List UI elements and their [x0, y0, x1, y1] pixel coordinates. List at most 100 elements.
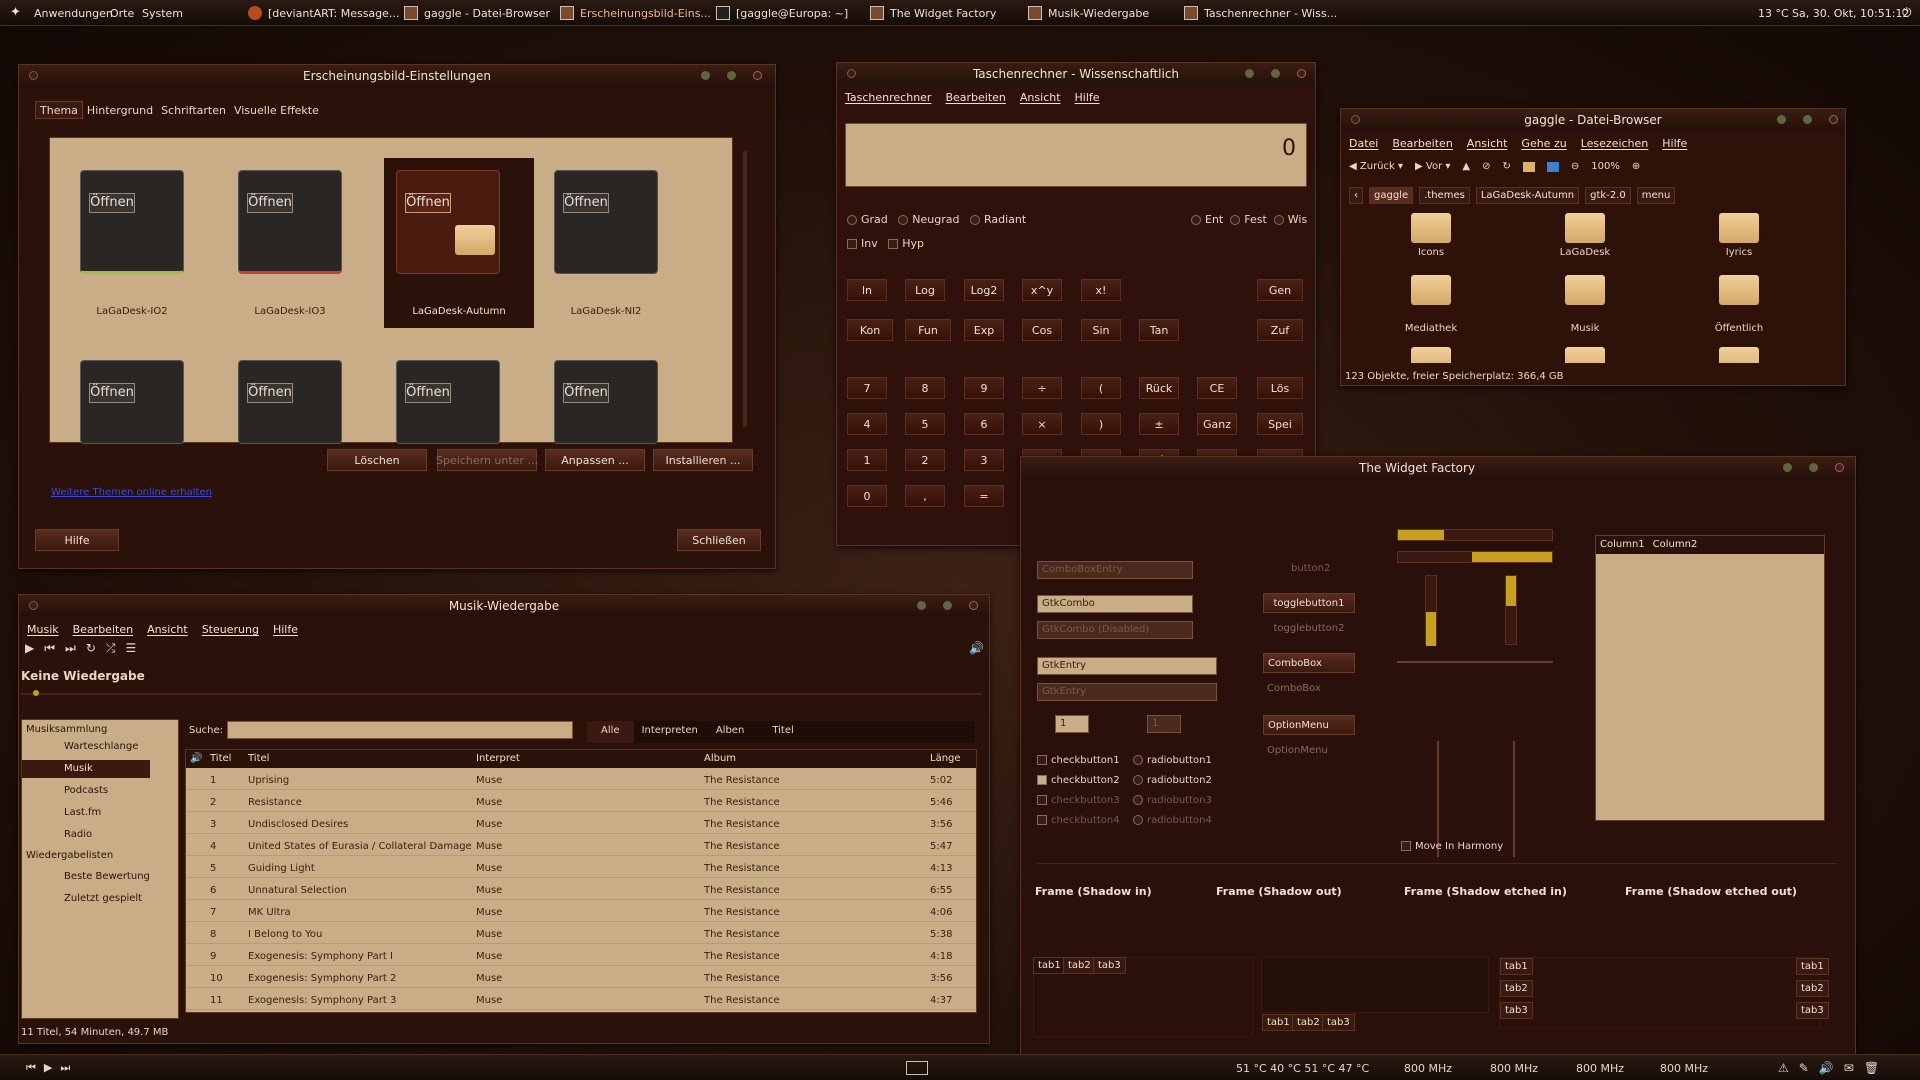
volume-icon[interactable]: 🔊 [969, 641, 984, 655]
up-icon[interactable]: ▲ [1462, 161, 1470, 172]
menu-datei[interactable]: Datei [1349, 137, 1378, 150]
calc-key-gen[interactable]: Gen [1257, 279, 1303, 301]
scroll-track[interactable] [743, 151, 747, 427]
check-inv[interactable]: Inv [861, 237, 878, 250]
radio-radiant[interactable]: Radiant [984, 213, 1026, 226]
seek-handle[interactable] [33, 690, 39, 696]
close-icon[interactable] [753, 71, 762, 80]
calc-key[interactable]: Lös [1257, 377, 1303, 399]
weather-temp[interactable]: 13 °C [1758, 7, 1789, 20]
calc-key[interactable]: ) [1081, 413, 1121, 435]
window-menu-icon[interactable] [1351, 115, 1360, 124]
optionmenu[interactable]: OptionMenu [1263, 715, 1355, 735]
calc-key[interactable]: ( [1081, 377, 1121, 399]
volume-icon[interactable]: 🔊 [1819, 1061, 1834, 1075]
tab1[interactable]: tab1 [1796, 958, 1829, 975]
calc-key[interactable]: ln [847, 279, 887, 301]
install-button[interactable]: Installieren ... [653, 449, 753, 471]
theme-thumb[interactable]: Öffnen [554, 360, 658, 444]
computer-icon[interactable] [1546, 161, 1559, 172]
theme-thumb[interactable]: Öffnen [80, 170, 184, 274]
table-row[interactable]: 3 Undisclosed Desires Muse The Resistance 3:… [186, 816, 976, 834]
folder-icon[interactable] [1565, 347, 1605, 363]
folder-icon[interactable] [1565, 275, 1605, 305]
tab-visuelle-effekte[interactable]: Visuelle Effekte [230, 101, 323, 119]
theme-thumb[interactable]: Öffnen [396, 170, 500, 274]
source-music[interactable]: Musik [22, 760, 150, 778]
minimize-icon[interactable] [1777, 115, 1786, 124]
gtkentry-field[interactable]: GtkEntry [1037, 657, 1217, 675]
calc-key[interactable]: Exp [964, 319, 1004, 341]
column-header[interactable]: Column1 [1600, 539, 1645, 551]
home-icon[interactable] [1522, 161, 1535, 172]
vscale[interactable] [1513, 741, 1515, 857]
task-widget-factory[interactable]: The Widget Factory [866, 2, 996, 24]
menu-steuerung[interactable]: Steuerung [202, 623, 259, 636]
table-row[interactable]: 8 I Belong to You Muse The Resistance 5:38 [186, 926, 976, 944]
theme-thumb[interactable]: Öffnen [396, 360, 500, 444]
tree-scrollbar[interactable] [1829, 535, 1841, 825]
menu-applications[interactable]: Anwendungen [34, 7, 113, 20]
delete-button[interactable]: Löschen [327, 449, 427, 471]
tree-view[interactable]: Column1 Column2 [1595, 535, 1825, 821]
menu-places[interactable]: Orte [110, 7, 134, 20]
radiobutton2[interactable]: radiobutton2 [1147, 775, 1212, 786]
tab3[interactable]: tab3 [1093, 957, 1126, 974]
checkbox-icon[interactable] [1401, 841, 1411, 851]
togglebutton1[interactable]: togglebutton1 [1263, 593, 1355, 613]
network-icon[interactable]: ⚠ [1778, 1061, 1789, 1075]
checkbox-icon[interactable] [1037, 755, 1047, 765]
menu-musik[interactable]: Musik [27, 623, 59, 636]
menu-lesezeichen[interactable]: Lesezeichen [1581, 137, 1649, 150]
brush-icon[interactable]: ✎ [1799, 1061, 1809, 1075]
radio-wis[interactable]: Wis [1288, 213, 1307, 226]
tab2[interactable]: tab2 [1500, 980, 1533, 997]
calc-key[interactable]: 0 [847, 485, 887, 507]
zoom-in-icon[interactable]: ⊕ [1632, 161, 1640, 172]
playlist-top-rated[interactable]: Beste Bewertung [22, 868, 150, 886]
radio-neugrad[interactable]: Neugrad [912, 213, 959, 226]
calc-key[interactable]: = [964, 485, 1004, 507]
radio-grad[interactable]: Grad [861, 213, 888, 226]
scrollbar[interactable] [739, 137, 753, 443]
radio-fest[interactable]: Fest [1244, 213, 1267, 226]
next-icon[interactable]: ⏭ [60, 1061, 70, 1075]
calc-key[interactable]: 7 [847, 377, 887, 399]
theme-thumb[interactable]: Öffnen [80, 360, 184, 444]
tab-hintergrund[interactable]: Hintergrund [83, 101, 157, 119]
radio-icon[interactable] [1133, 755, 1143, 765]
calc-key[interactable]: Spei [1257, 413, 1303, 435]
repeat-icon[interactable]: ↻ [86, 641, 96, 656]
spin-button[interactable]: 1 [1055, 715, 1089, 733]
search-input[interactable] [227, 721, 573, 739]
checkbutton2[interactable]: checkbutton2 [1051, 775, 1120, 786]
calc-key[interactable]: Fun [905, 319, 951, 341]
playlists-heading[interactable]: Wiedergabelisten [26, 850, 113, 861]
task-terminal[interactable]: [gaggle@Europa: ~] [712, 2, 848, 24]
window-menu-icon[interactable] [847, 69, 856, 78]
customize-button[interactable]: Anpassen ... [545, 449, 645, 471]
calc-key[interactable]: Rück [1139, 377, 1179, 399]
theme-thumb[interactable]: Öffnen [238, 360, 342, 444]
table-row[interactable]: 5 Guiding Light Muse The Resistance 4:13 [186, 860, 976, 878]
maximize-icon[interactable] [1809, 463, 1818, 472]
source-lastfm[interactable]: Last.fm [22, 804, 150, 822]
calc-key[interactable]: Sin [1081, 319, 1121, 341]
maximize-icon[interactable] [727, 71, 736, 80]
calc-key[interactable]: 6 [964, 413, 1004, 435]
calc-key[interactable]: , [905, 485, 945, 507]
menu-bearbeiten[interactable]: Bearbeiten [945, 91, 1005, 104]
queue-icon[interactable]: ☰ [126, 641, 137, 656]
minimize-icon[interactable] [917, 601, 926, 610]
calc-key[interactable]: 8 [905, 377, 945, 399]
previous-icon[interactable]: ⏮ [44, 641, 55, 656]
close-icon[interactable] [969, 601, 978, 610]
checkbox-icon[interactable] [888, 239, 899, 249]
forward-button[interactable]: ▶ Vor ▾ [1415, 161, 1450, 172]
menu-hilfe[interactable]: Hilfe [273, 623, 298, 636]
window-menu-icon[interactable] [29, 71, 38, 80]
radio-icon[interactable] [969, 215, 980, 225]
checkbutton1[interactable]: checkbutton1 [1051, 755, 1120, 766]
calc-key[interactable]: Log2 [964, 279, 1004, 301]
tab-schriftarten[interactable]: Schriftarten [157, 101, 230, 119]
